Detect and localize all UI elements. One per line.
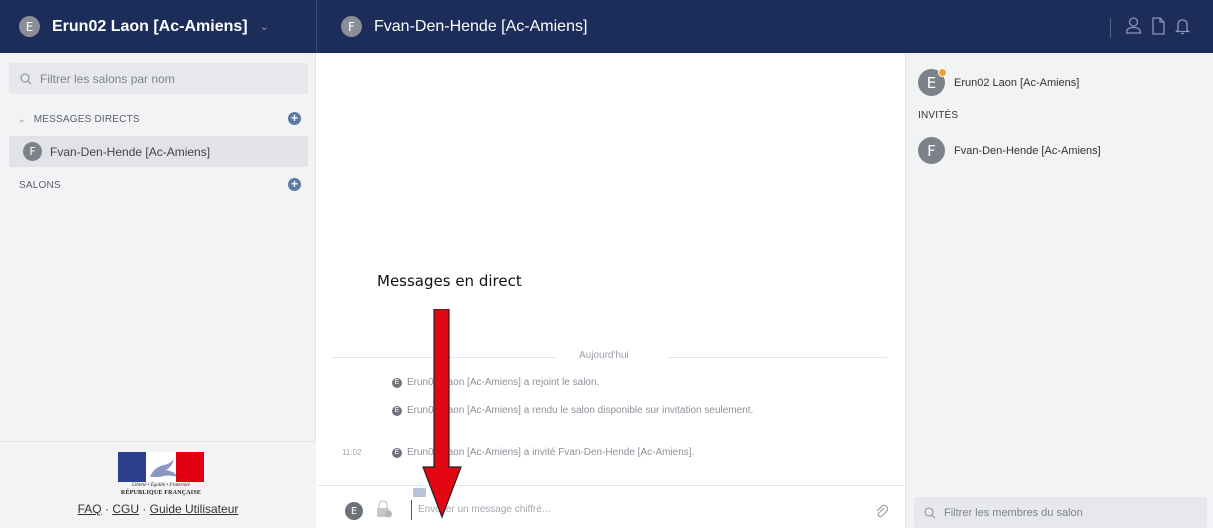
republique-francaise-logo: Liberté • Égalité • Fraternité RÉPUBLIQU…: [115, 452, 207, 496]
faq-link[interactable]: FAQ: [78, 502, 102, 516]
room-filter-placeholder: Filtrer les salons par nom: [40, 71, 175, 86]
guide-link[interactable]: Guide Utilisateur: [150, 502, 239, 516]
direct-messages-header[interactable]: ⌄ MESSAGES DIRECTS: [18, 114, 140, 125]
sidebar-footer: Liberté • Égalité • Fraternité RÉPUBLIQU…: [0, 441, 316, 528]
chevron-down-icon: ⌄: [18, 114, 26, 124]
room-avatar: F: [341, 16, 362, 37]
search-icon: [20, 72, 32, 84]
account-name: Erun02 Laon [Ac-Amiens]: [52, 17, 248, 35]
room-filter-input[interactable]: Filtrer les salons par nom: [9, 63, 308, 94]
member-avatar: E: [918, 68, 947, 96]
invites-header: INVITÉS: [918, 110, 959, 121]
footer-links: FAQ · CGU · Guide Utilisateur: [77, 502, 239, 516]
cgu-link[interactable]: CGU: [112, 502, 139, 516]
invited-member-item[interactable]: F Fvan-Den-Hende [Ac-Amiens]: [918, 137, 1101, 164]
power-level-badge: [938, 68, 947, 77]
member-list-panel: E Erun02 Laon [Ac-Amiens] INVITÉS F Fvan…: [905, 53, 1213, 528]
motto: Liberté • Égalité • Fraternité: [132, 483, 190, 488]
riot-app: E Erun02 Laon [Ac-Amiens] ⌄ F Fvan-Den-H…: [0, 0, 1213, 528]
avatar: F: [23, 142, 42, 161]
room-header-icons: [1125, 16, 1190, 36]
sidebar-item-fvan-den-hende[interactable]: F Fvan-Den-Hende [Ac-Amiens]: [9, 136, 308, 167]
search-icon: [924, 506, 936, 518]
member-name: Erun02 Laon [Ac-Amiens]: [954, 76, 1080, 89]
member-filter-input[interactable]: Filtrer les membres du salon: [914, 497, 1207, 528]
paperclip-icon[interactable]: [874, 503, 888, 519]
chevron-down-icon: ⌄: [259, 21, 269, 33]
message-composer: E: [317, 485, 904, 528]
salons-title: SALONS: [19, 180, 61, 191]
member-name: Fvan-Den-Hende [Ac-Amiens]: [954, 144, 1101, 157]
marianne-icon: [150, 459, 178, 477]
message-input[interactable]: [411, 500, 851, 520]
user-icon[interactable]: [1125, 16, 1142, 36]
avatar: E: [392, 378, 402, 388]
date-separator-line: [667, 357, 887, 358]
annotation-arrow-icon: [422, 309, 462, 519]
sidebar-item-label: Fvan-Den-Hende [Ac-Amiens]: [50, 144, 211, 159]
lock-icon: [377, 500, 392, 518]
file-icon[interactable]: [1151, 16, 1166, 36]
chat-panel: Messages en direct Aujourd'hui E Erun02 …: [317, 53, 904, 528]
member-filter-placeholder: Filtrer les membres du salon: [944, 506, 1083, 519]
date-separator: Aujourd'hui: [579, 350, 629, 361]
left-sidebar: Filtrer les salons par nom ⌄ MESSAGES DI…: [0, 53, 316, 528]
room-header[interactable]: F Fvan-Den-Hende [Ac-Amiens]: [341, 0, 587, 53]
top-divider: [316, 0, 317, 53]
direct-messages-title: MESSAGES DIRECTS: [33, 114, 140, 125]
avatar: E: [392, 448, 402, 458]
member-item[interactable]: E Erun02 Laon [Ac-Amiens]: [918, 68, 1080, 96]
event-timestamp: 11:02: [342, 448, 362, 457]
account-avatar: E: [19, 16, 40, 37]
add-salon-button[interactable]: +: [288, 178, 301, 191]
room-name: Fvan-Den-Hende [Ac-Amiens]: [374, 17, 588, 35]
add-direct-message-button[interactable]: +: [288, 112, 301, 125]
avatar: E: [392, 406, 402, 416]
top-bar: E Erun02 Laon [Ac-Amiens] ⌄ F Fvan-Den-H…: [0, 0, 1213, 53]
account-switcher[interactable]: E Erun02 Laon [Ac-Amiens] ⌄: [0, 0, 316, 53]
top-separator: [1110, 18, 1111, 38]
annotation-label: Messages en direct: [377, 272, 522, 290]
bell-icon[interactable]: [1175, 16, 1190, 36]
salons-header[interactable]: SALONS: [19, 180, 61, 191]
republique-label: RÉPUBLIQUE FRANÇAISE: [120, 490, 202, 496]
composer-avatar: E: [345, 502, 363, 520]
member-avatar: F: [918, 137, 945, 164]
